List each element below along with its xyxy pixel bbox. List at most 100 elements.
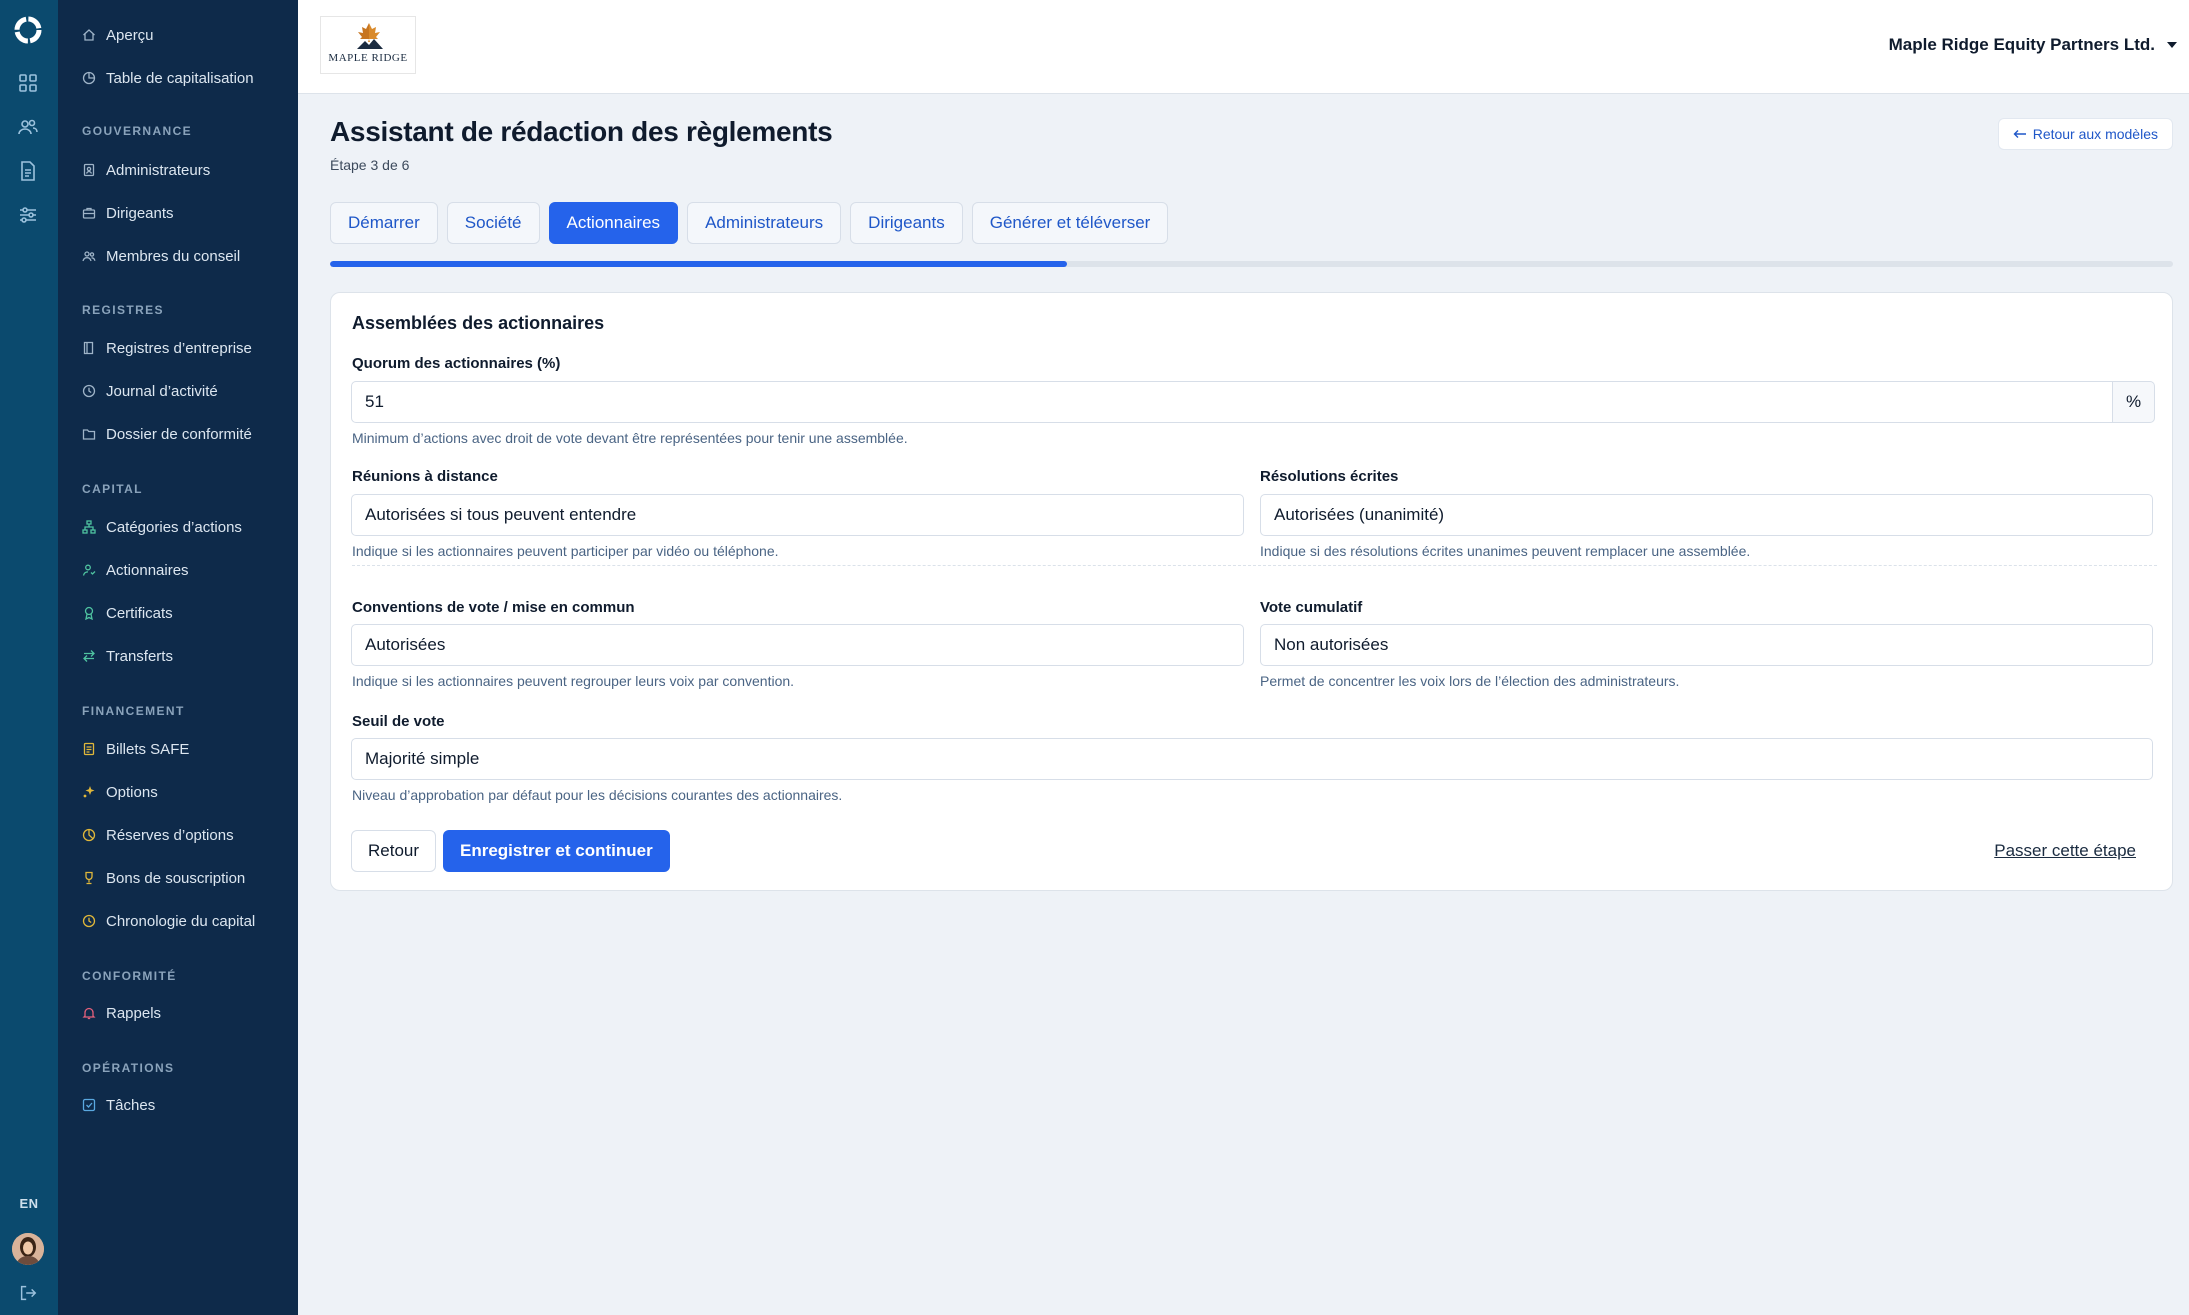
back-button[interactable]: Retour [351,830,437,872]
back-to-templates-label: Retour aux modèles [2032,126,2158,142]
tab-administrateurs[interactable]: Administrateurs [687,202,842,244]
tab-actionnaires[interactable]: Actionnaires [548,202,679,244]
pie-chart-icon [82,71,96,85]
sidebar-item-membres-conseil[interactable]: Membres du conseil [82,244,240,268]
save-and-continue-button[interactable]: Enregistrer et continuer [443,830,670,872]
page-title: Assistant de rédaction des règlements [330,116,833,147]
sidebar-item-label: Certificats [106,604,173,622]
tab-dirigeants[interactable]: Dirigeants [850,202,963,244]
award-icon [84,606,94,620]
sidebar-item-dirigeants[interactable]: Dirigeants [82,201,174,225]
arrow-left-icon [2013,130,2026,138]
company-selector[interactable]: Maple Ridge Equity Partners Ltd. [1889,35,2155,55]
skip-step-link[interactable]: Passer cette étape [1994,841,2136,861]
quorum-input[interactable]: 51 [351,381,2113,423]
sidebar-item-administrateurs[interactable]: Administrateurs [82,158,210,182]
checkbox-icon [82,1098,96,1112]
sidebar-item-label: Registres d’entreprise [106,339,252,357]
timeline-icon [82,914,96,928]
divider [352,565,2157,566]
dashboard-icon[interactable] [17,72,39,94]
chevron-down-icon[interactable] [2167,42,2177,48]
sidebar-item-cap-table[interactable]: Table de capitalisation [82,66,254,90]
sidebar-item-label: Chronologie du capital [106,912,256,930]
avatar[interactable] [12,1233,44,1265]
back-to-templates-button[interactable]: Retour aux modèles [1997,118,2173,150]
voting-agreements-hint: Indique si les actionnaires peuvent regr… [352,673,795,689]
sidebar-item-actionnaires[interactable]: Actionnaires [82,558,189,582]
bell-icon [82,1007,96,1020]
pie-chart-icon [82,828,96,842]
sidebar-section-heading: FINANCEMENT [82,704,185,718]
topbar: MAPLE RIDGE Maple Ridge Equity Partners … [298,0,2189,94]
voting-threshold-select[interactable]: Majorité simple [351,738,2153,780]
sidebar-section-heading: CAPITAL [82,482,143,496]
sidebar-item-certificats[interactable]: Certificats [82,601,173,625]
sidebar-item-rappels[interactable]: Rappels [82,1001,161,1025]
sidebar-item-label: Bons de souscription [106,869,246,887]
sidebar-item-taches[interactable]: Tâches [82,1093,155,1117]
sidebar-item-label: Membres du conseil [106,247,241,265]
document-icon[interactable] [17,160,39,182]
sidebar-item-registres[interactable]: Registres d’entreprise [82,336,252,360]
tab-generer-televerser[interactable]: Générer et téléverser [971,202,1169,244]
users-icon[interactable] [17,116,39,138]
sidebar-section-heading: GOUVERNANCE [82,124,193,138]
sidebar-item-chronologie[interactable]: Chronologie du capital [82,909,255,933]
language-switch[interactable]: EN [0,1196,58,1211]
sidebar-item-reserves-options[interactable]: Réserves d’options [82,823,234,847]
sidebar-item-apercu[interactable]: Aperçu [82,23,154,47]
tab-societe[interactable]: Société [446,202,540,244]
icon-rail: EN [0,0,58,1315]
sidebar-item-categories-actions[interactable]: Catégories d’actions [82,515,242,539]
app-logo-icon[interactable] [12,14,44,46]
sidebar-item-bons-souscription[interactable]: Bons de souscription [82,866,245,890]
sidebar-item-label: Dirigeants [106,204,174,222]
cumulative-voting-hint: Permet de concentrer les voix lors de l’… [1260,673,1680,689]
note-icon [83,742,95,756]
folder-icon [82,429,96,440]
sidebar: Aperçu Table de capitalisation GOUVERNAN… [58,0,298,1315]
logo-text: MAPLE RIDGE [328,52,408,64]
company-logo: MAPLE RIDGE [320,16,416,74]
written-resolutions-label: Résolutions écrites [1260,468,1399,485]
sidebar-section-heading: REGISTRES [82,303,164,317]
sidebar-item-label: Administrateurs [106,161,211,179]
quorum-hint: Minimum d’actions avec droit de vote dev… [352,430,908,446]
sidebar-item-dossier-conformite[interactable]: Dossier de conformité [82,422,252,446]
briefcase-icon [82,207,96,219]
book-icon [83,341,94,355]
sidebar-item-label: Table de capitalisation [106,69,254,87]
cumulative-voting-select[interactable]: Non autorisées [1260,624,2153,666]
sliders-icon[interactable] [17,204,39,226]
written-resolutions-select[interactable]: Autorisées (unanimité) [1260,494,2153,536]
voting-threshold-label: Seuil de vote [352,713,445,730]
progress-fill [330,261,1068,267]
wizard-progress-bar [330,261,2173,267]
sidebar-item-label: Rappels [106,1004,162,1022]
sidebar-item-options[interactable]: Options [82,780,158,804]
hierarchy-icon [82,520,96,534]
voting-agreements-select[interactable]: Autorisées [351,624,1244,666]
shareholder-icon [82,564,96,576]
tab-demarrer[interactable]: Démarrer [330,202,438,244]
sidebar-item-label: Options [106,783,158,801]
sidebar-item-label: Billets SAFE [106,740,190,758]
remote-meetings-hint: Indique si les actionnaires peuvent part… [352,543,779,559]
sidebar-item-label: Dossier de conformité [106,425,252,443]
sparkle-icon [83,786,95,798]
sidebar-item-label: Aperçu [106,26,154,44]
cumulative-voting-label: Vote cumulatif [1260,599,1363,616]
shareholder-meetings-card: Assemblées des actionnaires Quorum des a… [330,292,2173,891]
step-indicator: Étape 3 de 6 [330,157,410,173]
sidebar-item-label: Journal d’activité [106,382,218,400]
sidebar-item-billets-safe[interactable]: Billets SAFE [82,737,189,761]
remote-meetings-select[interactable]: Autorisées si tous peuvent entendre [351,494,1244,536]
logout-icon[interactable] [17,1283,39,1303]
trophy-icon [85,871,93,885]
sidebar-item-label: Transferts [106,647,173,665]
written-resolutions-hint: Indique si des résolutions écrites unani… [1260,543,1751,559]
maple-leaf-icon [357,23,383,49]
sidebar-item-transferts[interactable]: Transferts [82,644,173,668]
sidebar-item-journal[interactable]: Journal d’activité [82,379,218,403]
